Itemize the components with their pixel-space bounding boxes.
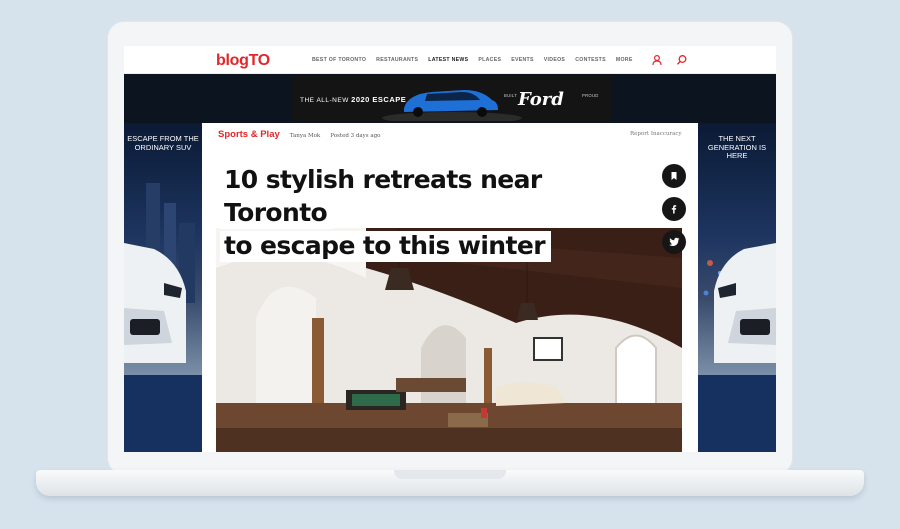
left-ad-copy: ESCAPE FROM THE ORDINARY SUV [127, 134, 199, 152]
ford-logo: Ford [518, 89, 564, 110]
user-icon[interactable] [651, 54, 663, 66]
facebook-share-button[interactable] [662, 197, 686, 221]
author-link[interactable]: Tanya Mok [290, 133, 320, 139]
ad-suv-image [703, 243, 776, 363]
laptop-screen: blogTO BEST OF TORONTO RESTAURANTS LATES… [124, 46, 776, 452]
ad-headline-model: 2020 ESCAPE [351, 95, 407, 104]
ad-bottom-panel [124, 375, 202, 452]
report-inaccuracy-link[interactable]: Report Inaccuracy [630, 131, 682, 137]
headline-line-1: 10 stylish retreats near Toronto [220, 165, 548, 229]
twitter-icon [668, 237, 679, 246]
nav-places[interactable]: PLACES [478, 57, 501, 63]
bookmark-icon [671, 172, 677, 180]
category-link[interactable]: Sports & Play [218, 129, 280, 140]
ad-proud-text: PROUD [582, 93, 599, 98]
nav-videos[interactable]: VIDEOS [544, 57, 565, 63]
nav-events[interactable]: EVENTS [511, 57, 534, 63]
ad-headline-prefix: THE ALL-NEW [300, 97, 352, 104]
site-header: blogTO BEST OF TORONTO RESTAURANTS LATES… [124, 46, 776, 74]
site-logo[interactable]: blogTO [216, 52, 270, 70]
bookmark-button[interactable] [662, 164, 686, 188]
right-ad-copy: THE NEXT GENERATION IS HERE [707, 134, 767, 160]
article-card: Sports & Play Tanya Mok Posted 3 days ag… [202, 123, 698, 452]
headline-line-2: to escape to this winter [220, 231, 551, 262]
laptop-notch [394, 470, 506, 479]
posted-time: Posted 3 days ago [330, 133, 381, 139]
nav-contests[interactable]: CONTESTS [575, 57, 606, 63]
top-banner-ad[interactable]: THE ALL-NEW 2020 ESCAPE BUILT Ford PROUD [292, 76, 612, 121]
nav-best-of-toronto[interactable]: BEST OF TORONTO [312, 57, 366, 63]
ad-headline: THE ALL-NEW 2020 ESCAPE [300, 95, 406, 104]
twitter-share-button[interactable] [662, 230, 686, 254]
facebook-icon [671, 205, 677, 214]
nav-latest-news[interactable]: LATEST NEWS [428, 57, 468, 63]
search-icon[interactable] [676, 54, 688, 66]
left-side-ad[interactable]: ESCAPE FROM THE ORDINARY SUV [124, 123, 202, 452]
article-meta: Sports & Play Tanya Mok Posted 3 days ag… [218, 129, 380, 140]
article-headline: 10 stylish retreats near Toronto to escap… [220, 163, 580, 262]
ad-built-text: BUILT [504, 93, 518, 98]
nav-restaurants[interactable]: RESTAURANTS [376, 57, 418, 63]
nav-more[interactable]: MORE [616, 57, 633, 63]
right-side-ad[interactable]: THE NEXT GENERATION IS HERE [698, 123, 776, 452]
ad-bottom-panel [698, 375, 776, 452]
ad-suv-image [124, 183, 195, 363]
main-nav: BEST OF TORONTO RESTAURANTS LATEST NEWS … [312, 57, 633, 63]
